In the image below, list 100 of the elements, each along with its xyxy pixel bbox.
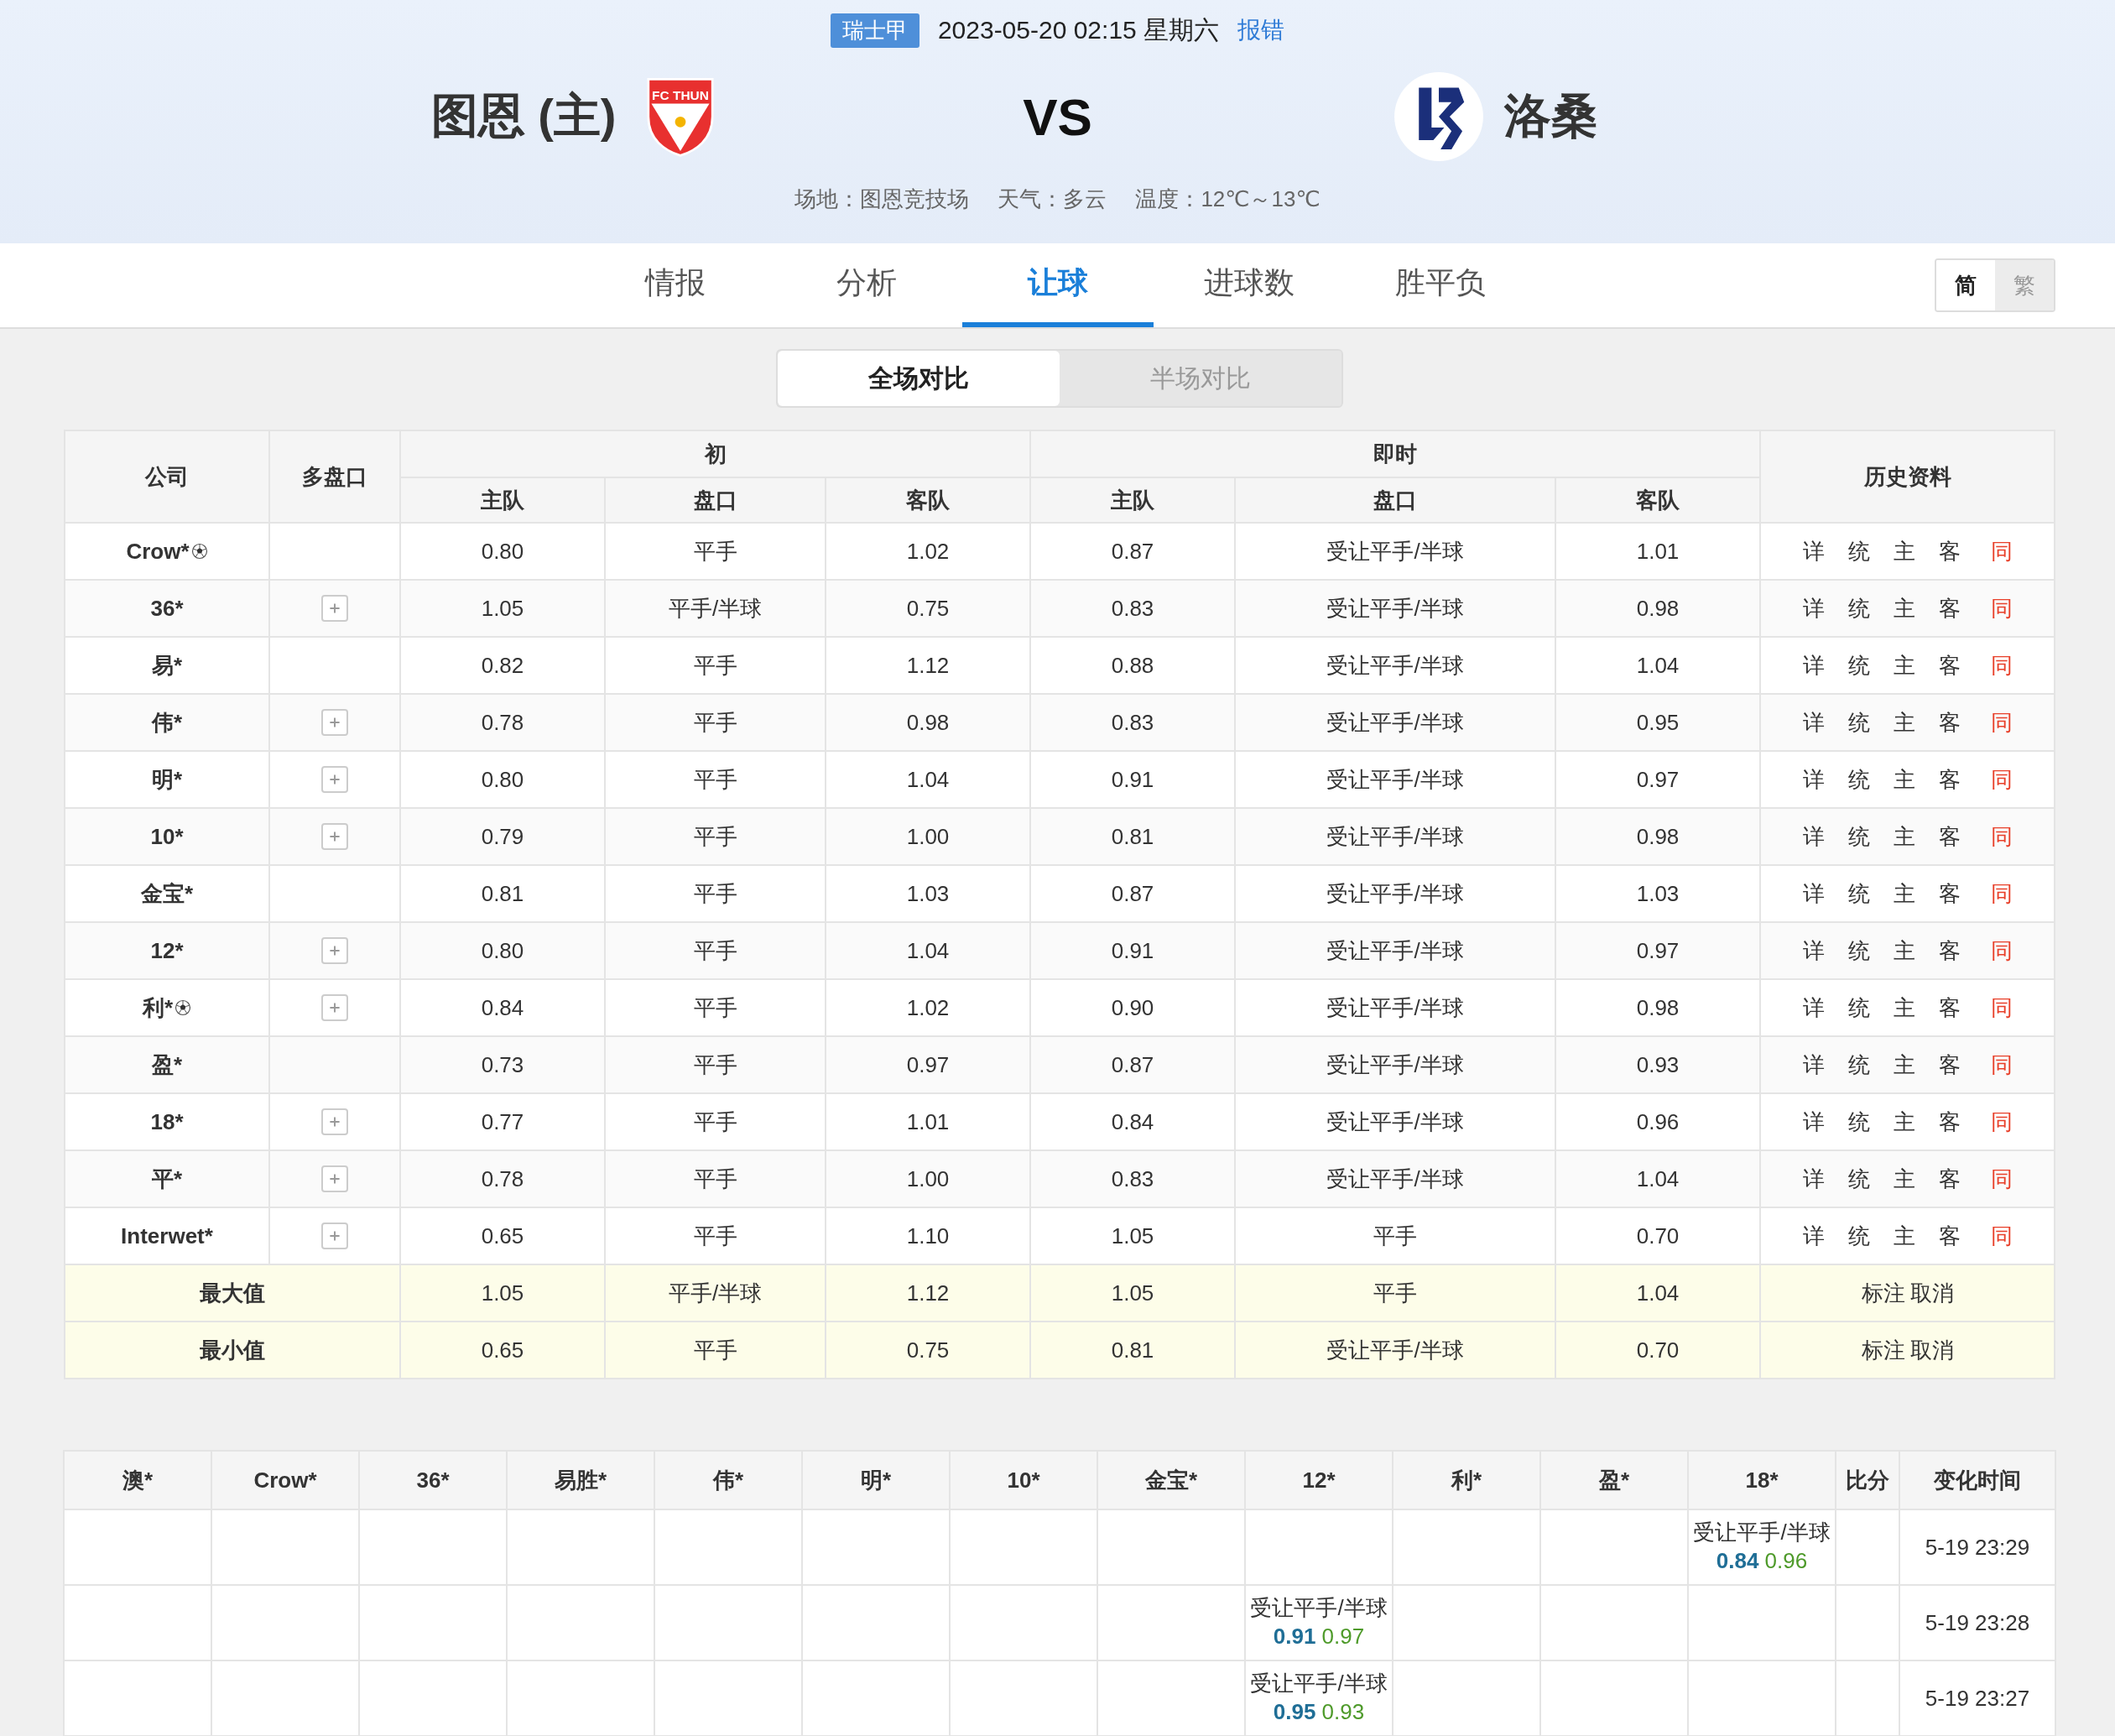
table-cell: 0.83	[1030, 1150, 1235, 1207]
history-link[interactable]: 客	[1938, 1165, 1961, 1191]
history-link[interactable]: 客	[1938, 709, 1961, 735]
table-cell: 0.65	[400, 1322, 605, 1379]
history-link[interactable]: 详	[1802, 652, 1825, 678]
history-link[interactable]: 客	[1938, 994, 1961, 1020]
history-link[interactable]: 客	[1938, 1222, 1961, 1249]
history-link[interactable]: 客	[1938, 880, 1961, 906]
history-link[interactable]: 详	[1802, 823, 1825, 849]
history-link[interactable]: 统	[1847, 823, 1870, 849]
company-name: 明*	[151, 765, 183, 794]
history-link[interactable]: 主	[1893, 823, 1915, 849]
history-link[interactable]: 主	[1893, 880, 1915, 906]
expand-button[interactable]	[321, 766, 348, 793]
expand-button[interactable]	[321, 937, 348, 964]
history-link[interactable]: 客	[1938, 538, 1961, 564]
history-link[interactable]: 主	[1893, 709, 1915, 735]
history-link[interactable]: 客	[1938, 595, 1961, 621]
column-header: 18*	[1688, 1451, 1836, 1509]
history-link[interactable]: 主	[1893, 1165, 1915, 1191]
history-link[interactable]: 同	[1990, 1222, 2013, 1249]
history-link[interactable]: 客	[1938, 823, 1961, 849]
summary-action-link[interactable]: 取消	[1909, 1337, 1954, 1363]
history-link[interactable]: 主	[1893, 538, 1915, 564]
history-link[interactable]: 统	[1847, 766, 1870, 792]
history-link[interactable]: 客	[1938, 766, 1961, 792]
nav-tab[interactable]: 让球	[961, 243, 1154, 327]
history-link[interactable]: 同	[1990, 823, 2013, 849]
history-link[interactable]: 统	[1847, 538, 1870, 564]
history-link[interactable]: 主	[1893, 1108, 1915, 1134]
history-link[interactable]: 详	[1802, 1222, 1825, 1249]
expand-button[interactable]	[321, 1222, 348, 1249]
history-link[interactable]: 统	[1847, 709, 1870, 735]
history-link[interactable]: 同	[1990, 766, 2013, 792]
history-link[interactable]: 同	[1990, 994, 2013, 1020]
history-link[interactable]: 同	[1990, 937, 2013, 963]
history-link[interactable]: 统	[1847, 1108, 1870, 1134]
history-link[interactable]: 主	[1893, 1222, 1915, 1249]
history-link[interactable]: 客	[1938, 1108, 1961, 1134]
history-link[interactable]: 同	[1990, 880, 2013, 906]
history-link[interactable]: 详	[1802, 538, 1825, 564]
history-link[interactable]: 同	[1990, 538, 2013, 564]
expand-button[interactable]	[321, 709, 348, 736]
history-link[interactable]: 主	[1893, 652, 1915, 678]
history-link[interactable]: 同	[1990, 709, 2013, 735]
history-link[interactable]: 同	[1990, 1108, 2013, 1134]
expand-button[interactable]	[321, 1165, 348, 1192]
history-link[interactable]: 详	[1802, 880, 1825, 906]
history-link[interactable]: 统	[1847, 1051, 1870, 1077]
summary-action-link[interactable]: 标注	[1861, 1337, 1905, 1363]
column-header: 即时	[1030, 430, 1760, 477]
history-link[interactable]: 详	[1802, 937, 1825, 963]
table-cell: 0.75	[826, 580, 1030, 637]
history-link[interactable]: 详	[1802, 766, 1825, 792]
history-link[interactable]: 统	[1847, 1165, 1870, 1191]
history-link[interactable]: 统	[1847, 994, 1870, 1020]
history-link[interactable]: 详	[1802, 709, 1825, 735]
compare-option[interactable]: 全场对比	[778, 351, 1060, 406]
history-link[interactable]: 详	[1802, 994, 1825, 1020]
history-link[interactable]: 统	[1847, 880, 1870, 906]
history-link[interactable]: 详	[1802, 1165, 1825, 1191]
history-link[interactable]: 同	[1990, 652, 2013, 678]
expand-button[interactable]	[321, 1108, 348, 1135]
history-link[interactable]: 同	[1990, 1165, 2013, 1191]
history-link[interactable]: 详	[1802, 1051, 1825, 1077]
nav-tab[interactable]: 分析	[770, 243, 962, 327]
history-link[interactable]: 统	[1847, 652, 1870, 678]
history-link[interactable]: 统	[1847, 595, 1870, 621]
history-link[interactable]: 主	[1893, 1051, 1915, 1077]
history-link[interactable]: 主	[1893, 766, 1915, 792]
history-link[interactable]: 主	[1893, 994, 1915, 1020]
history-link[interactable]: 客	[1938, 652, 1961, 678]
history-link[interactable]: 统	[1847, 1222, 1870, 1249]
plus-icon	[328, 773, 341, 786]
summary-action-link[interactable]: 标注	[1861, 1280, 1905, 1306]
expand-button[interactable]	[321, 823, 348, 850]
history-link[interactable]: 主	[1893, 595, 1915, 621]
summary-action-link[interactable]: 取消	[1909, 1280, 1954, 1306]
nav-tab[interactable]: 胜平负	[1344, 243, 1536, 327]
history-link[interactable]: 统	[1847, 937, 1870, 963]
odds-change-cell-text: 受让平手/半球 0.95 0.93	[1250, 1670, 1388, 1726]
nav-tab[interactable]: 进球数	[1153, 243, 1345, 327]
expand-button[interactable]	[321, 595, 348, 622]
history-link[interactable]: 客	[1938, 1051, 1961, 1077]
plus-icon	[328, 1172, 341, 1186]
history-link[interactable]: 同	[1990, 595, 2013, 621]
history-link[interactable]: 同	[1990, 1051, 2013, 1077]
history-link[interactable]: 主	[1893, 937, 1915, 963]
column-header: 客队	[826, 477, 1030, 523]
column-header: 盈*	[1540, 1451, 1688, 1509]
report-error-link[interactable]: 报错	[1237, 14, 1285, 46]
history-link[interactable]: 客	[1938, 937, 1961, 963]
company-name: 18*	[150, 1108, 184, 1135]
summary-label: 最大值	[65, 1264, 400, 1322]
nav-tab[interactable]: 情报	[579, 243, 771, 327]
history-link[interactable]: 详	[1802, 1108, 1825, 1134]
table-cell: 0.78	[400, 1150, 605, 1207]
column-header: 明*	[802, 1451, 950, 1509]
expand-button[interactable]	[321, 994, 348, 1021]
history-link[interactable]: 详	[1802, 595, 1825, 621]
